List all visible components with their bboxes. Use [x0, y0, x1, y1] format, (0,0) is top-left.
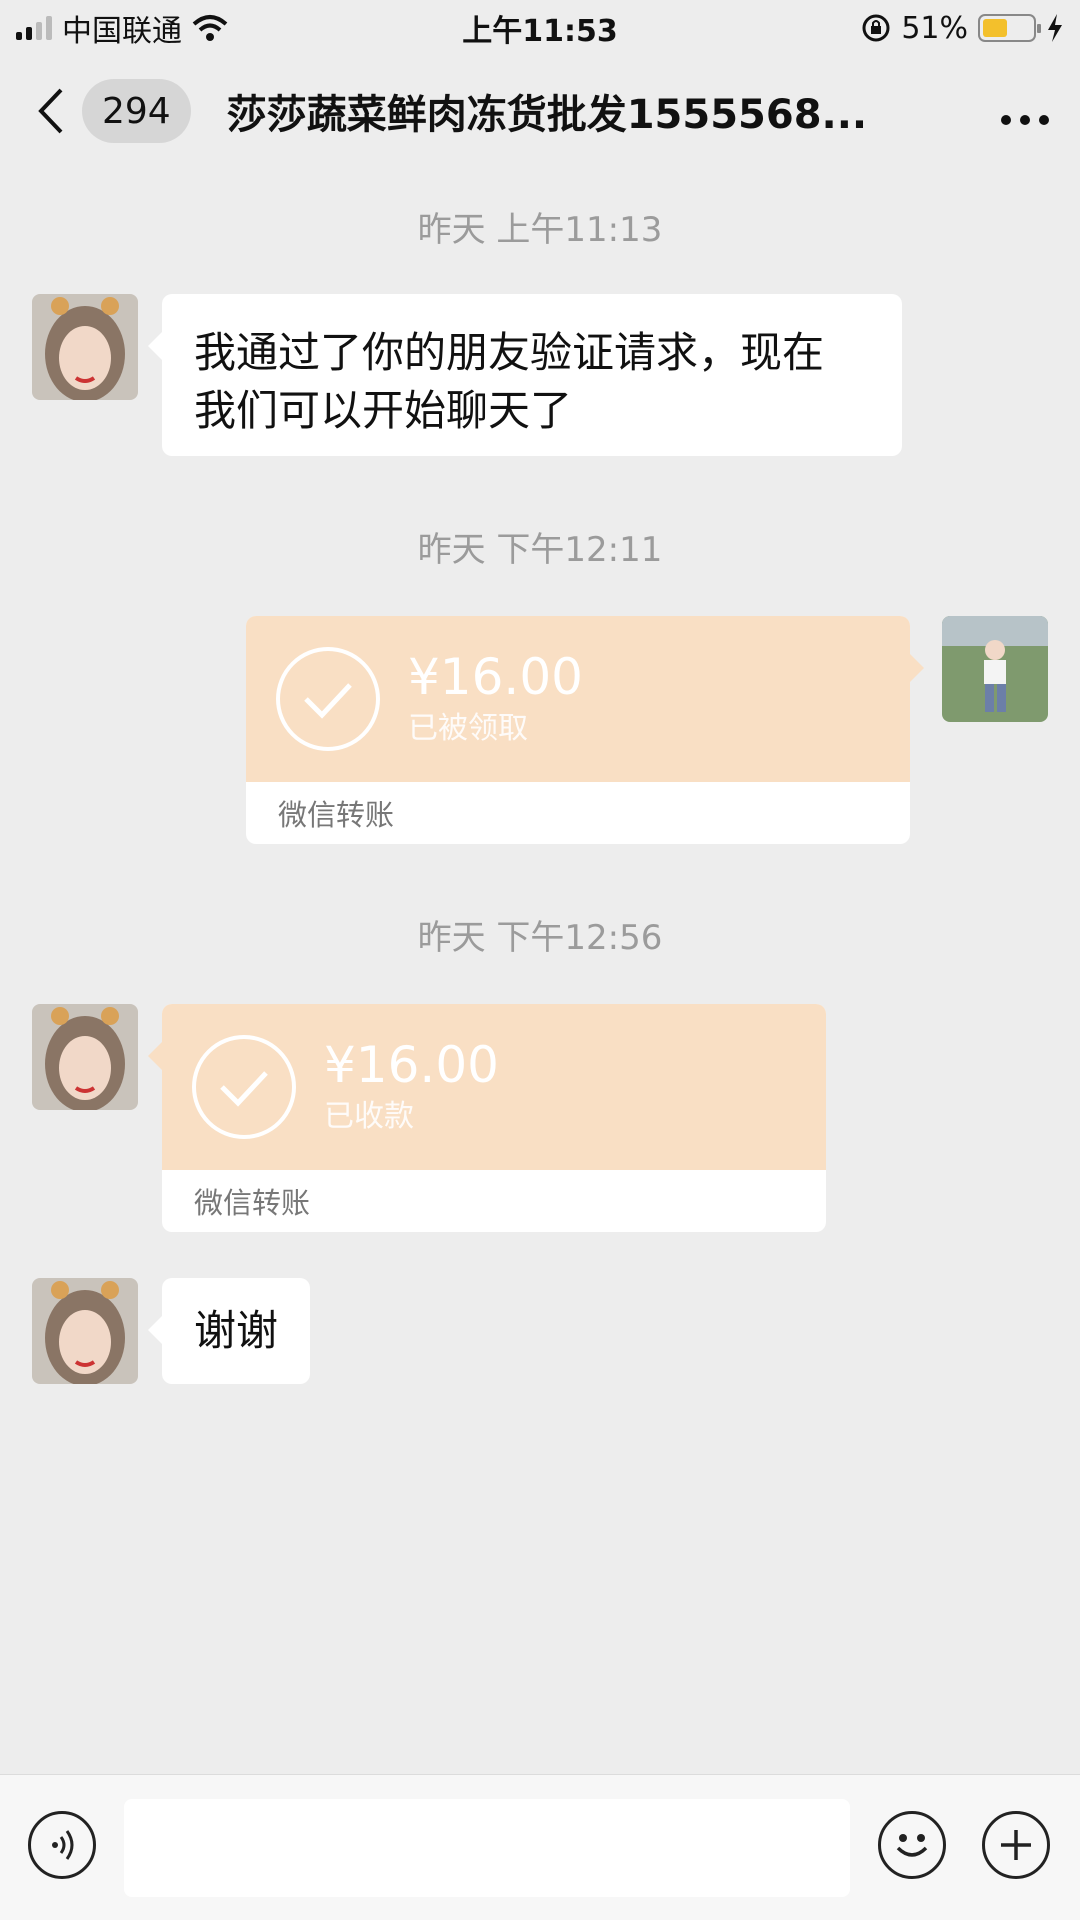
message-bubble[interactable]: 谢谢 — [147, 1278, 311, 1384]
transfer-card[interactable]: ¥16.00 已被领取 微信转账 — [246, 616, 924, 844]
timestamp: 昨天 下午12:11 — [417, 530, 663, 570]
rotation-lock-icon — [862, 14, 890, 42]
status-left: 中国联通 — [16, 6, 228, 50]
voice-button[interactable] — [28, 1811, 96, 1879]
message-line: 我通过了你的朋友验证请求，现在 — [194, 328, 825, 377]
message-line: 谢谢 — [194, 1306, 279, 1355]
input-bar — [0, 1774, 1080, 1920]
wifi-icon — [192, 15, 228, 41]
charging-icon — [1048, 14, 1062, 42]
battery-fill — [983, 19, 1008, 37]
back-icon[interactable] — [30, 83, 70, 139]
transfer-amount: ¥16.00 — [408, 648, 583, 706]
plus-icon — [1001, 1830, 1031, 1860]
avatar[interactable] — [942, 616, 1048, 722]
plus-button[interactable] — [982, 1811, 1050, 1879]
battery-icon — [978, 14, 1041, 42]
chat-header: 294 莎莎蔬菜鲜肉冻货批发1555568... — [0, 66, 1080, 156]
transfer-info: ¥16.00 已被领取 — [408, 647, 583, 751]
emoji-icon — [896, 1834, 928, 1857]
transfer-footer: 微信转账 — [278, 798, 395, 832]
check-circle-icon — [276, 647, 380, 751]
avatar[interactable] — [32, 1278, 138, 1384]
chat-title: 莎莎蔬菜鲜肉冻货批发1555568... — [226, 92, 868, 138]
avatar[interactable] — [32, 294, 138, 400]
avatar[interactable] — [32, 1004, 138, 1110]
transfer-status: 已被领取 — [408, 711, 528, 746]
transfer-info: ¥16.00 已收款 — [324, 1035, 499, 1139]
more-icon[interactable] — [1000, 87, 1050, 136]
check-circle-icon — [192, 1035, 296, 1139]
transfer-footer: 微信转账 — [194, 1186, 311, 1220]
voice-icon — [52, 1830, 74, 1860]
battery-percent: 51% — [901, 10, 968, 46]
transfer-card-top: ¥16.00 已被领取 — [246, 616, 924, 782]
transfer-status: 已收款 — [324, 1099, 414, 1134]
carrier-label: 中国联通 — [62, 14, 182, 49]
status-bar: 中国联通 上午11:53 51% — [0, 0, 1080, 56]
unread-count-badge[interactable]: 294 — [82, 79, 191, 143]
emoji-button[interactable] — [878, 1811, 946, 1879]
signal-icon — [16, 16, 52, 40]
message-line: 我们可以开始聊天了 — [194, 386, 573, 435]
transfer-amount: ¥16.00 — [324, 1036, 499, 1094]
message-input[interactable] — [124, 1799, 850, 1897]
transfer-card-top: ¥16.00 已收款 — [148, 1004, 826, 1170]
transfer-card[interactable]: ¥16.00 已收款 微信转账 — [148, 1004, 826, 1232]
message-bubble[interactable]: 我通过了你的朋友验证请求，现在 我们可以开始聊天了 — [148, 294, 902, 456]
status-right: 51% — [861, 11, 1064, 46]
timestamp: 昨天 下午12:56 — [417, 918, 663, 958]
timestamp: 昨天 上午11:13 — [417, 210, 663, 250]
